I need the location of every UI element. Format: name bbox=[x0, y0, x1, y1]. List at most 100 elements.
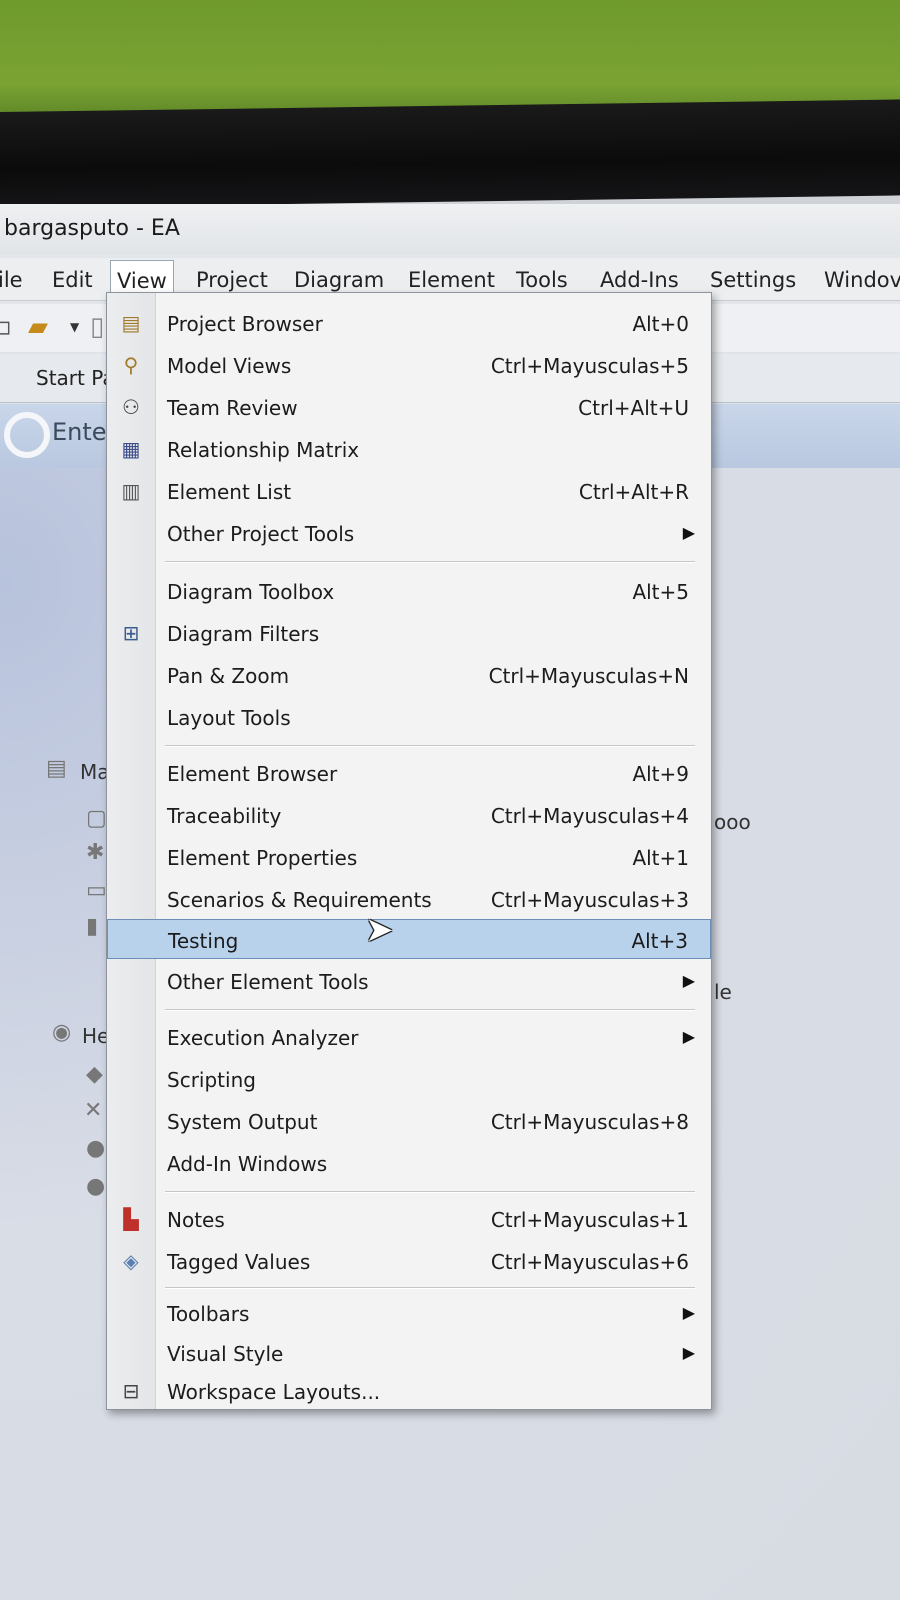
menu-item-shortcut: Alt+9 bbox=[632, 762, 689, 786]
menu-settings[interactable]: Settings bbox=[704, 266, 802, 294]
menu-separator bbox=[165, 561, 695, 563]
menu-item-scripting[interactable]: Scripting bbox=[107, 1059, 711, 1099]
menu-item-label: Execution Analyzer bbox=[167, 1026, 359, 1050]
submenu-arrow-icon: ▶ bbox=[682, 1027, 695, 1046]
menu-item-relationship-matrix[interactable]: ▦ Relationship Matrix bbox=[107, 429, 711, 469]
submenu-arrow-icon: ▶ bbox=[682, 971, 695, 990]
mouse-pointer-icon: ➤ bbox=[365, 910, 394, 950]
ea-logo-icon bbox=[4, 412, 50, 458]
menu-diagram[interactable]: Diagram bbox=[288, 266, 390, 294]
menu-item-traceability[interactable]: Traceability Ctrl+Mayusculas+4 bbox=[107, 795, 711, 835]
model-folder-icon: ▤ bbox=[46, 756, 67, 781]
menu-item-shortcut: Ctrl+Alt+R bbox=[578, 480, 689, 504]
menu-item-element-browser[interactable]: Element Browser Alt+9 bbox=[107, 753, 711, 793]
background-text-fragment: ooo bbox=[714, 810, 751, 834]
menu-item-shortcut: Ctrl+Mayusculas+6 bbox=[490, 1250, 689, 1274]
menu-item-label: Toolbars bbox=[167, 1302, 250, 1326]
menu-item-team-review[interactable]: ⚇ Team Review Ctrl+Alt+U bbox=[107, 387, 711, 427]
menu-item-label: Element Properties bbox=[167, 846, 358, 870]
menu-item-label: Traceability bbox=[167, 804, 282, 828]
menu-item-tagged-values[interactable]: ◈ Tagged Values Ctrl+Mayusculas+6 bbox=[107, 1241, 711, 1281]
menu-item-notes[interactable]: ▙ Notes Ctrl+Mayusculas+1 bbox=[107, 1199, 711, 1239]
tagged-values-icon: ◈ bbox=[123, 1249, 139, 1273]
menu-item-model-views[interactable]: ⚲ Model Views Ctrl+Mayusculas+5 bbox=[107, 345, 711, 385]
menu-item-label: Element Browser bbox=[167, 762, 338, 786]
menu-item-label: Scenarios & Requirements bbox=[167, 888, 432, 912]
menu-project[interactable]: Project bbox=[190, 266, 274, 294]
menu-item-label: Other Element Tools bbox=[167, 970, 369, 994]
open-file-icon[interactable]: ▢ bbox=[86, 806, 107, 831]
submenu-arrow-icon: ▶ bbox=[682, 1303, 695, 1322]
background-text-fragment: le bbox=[714, 980, 732, 1004]
menu-item-shortcut: Alt+3 bbox=[631, 929, 688, 953]
menu-item-shortcut: Ctrl+Mayusculas+4 bbox=[490, 804, 689, 828]
menu-item-label: Layout Tools bbox=[167, 706, 291, 730]
menu-item-pan-zoom[interactable]: Pan & Zoom Ctrl+Mayusculas+N bbox=[107, 655, 711, 695]
menu-view[interactable]: View bbox=[110, 260, 174, 296]
menu-item-label: Diagram Toolbox bbox=[167, 580, 335, 604]
menu-separator bbox=[165, 745, 695, 747]
menu-item-label: Relationship Matrix bbox=[167, 438, 360, 462]
submenu-arrow-icon: ▶ bbox=[682, 1343, 695, 1362]
menu-item-label: System Output bbox=[167, 1110, 318, 1134]
menu-item-label: Visual Style bbox=[167, 1342, 284, 1366]
team-review-icon: ⚇ bbox=[122, 395, 140, 419]
open-folder-icon[interactable]: ▰ bbox=[28, 312, 48, 342]
menu-item-label: Model Views bbox=[167, 354, 292, 378]
menu-add-ins[interactable]: Add-Ins bbox=[594, 266, 685, 294]
menu-item-other-element-tools[interactable]: Other Element Tools ▶ bbox=[107, 961, 711, 1001]
help-icon[interactable]: ◉ bbox=[52, 1020, 71, 1045]
menu-item-project-browser[interactable]: ▤ Project Browser Alt+0 bbox=[107, 303, 711, 343]
menu-item-toolbars[interactable]: Toolbars ▶ bbox=[107, 1293, 711, 1333]
menu-window[interactable]: Windov bbox=[818, 266, 900, 294]
save-icon[interactable]: ▯ bbox=[90, 312, 104, 342]
menu-item-label: Team Review bbox=[167, 396, 298, 420]
template-icon[interactable]: ▮ bbox=[86, 914, 98, 939]
chevron-down-icon[interactable]: ▼ bbox=[70, 320, 79, 334]
menu-item-shortcut: Alt+1 bbox=[632, 846, 689, 870]
menu-item-label: Diagram Filters bbox=[167, 622, 320, 646]
menu-item-shortcut: Ctrl+Mayusculas+1 bbox=[490, 1208, 689, 1232]
menu-element[interactable]: Element bbox=[402, 266, 501, 294]
menu-item-label: Workspace Layouts... bbox=[167, 1380, 381, 1404]
header-title: Ente bbox=[52, 418, 107, 446]
menu-item-shortcut: Ctrl+Mayusculas+8 bbox=[490, 1110, 689, 1134]
menu-tools[interactable]: Tools bbox=[510, 266, 574, 294]
menu-item-diagram-filters[interactable]: ⊞ Diagram Filters bbox=[107, 613, 711, 653]
menu-file[interactable]: ile bbox=[0, 266, 29, 294]
globe-icon[interactable]: ● bbox=[86, 1136, 105, 1161]
copy-icon[interactable]: ▭ bbox=[86, 878, 107, 903]
window-title: bargasputo - EA bbox=[4, 216, 180, 241]
tab-start-page[interactable]: Start Pa bbox=[36, 366, 115, 390]
menu-item-element-list[interactable]: ▥ Element List Ctrl+Alt+R bbox=[107, 471, 711, 511]
menu-item-shortcut: Ctrl+Alt+U bbox=[578, 396, 689, 420]
project-browser-icon: ▤ bbox=[121, 311, 141, 335]
tag-icon[interactable]: ◆ bbox=[86, 1062, 103, 1087]
menu-item-label: Project Browser bbox=[167, 312, 323, 336]
menu-item-element-properties[interactable]: Element Properties Alt+1 bbox=[107, 837, 711, 877]
tools-icon[interactable]: ✕ bbox=[84, 1098, 102, 1123]
globe-icon[interactable]: ● bbox=[86, 1174, 105, 1199]
menu-item-other-project-tools[interactable]: Other Project Tools ▶ bbox=[107, 513, 711, 553]
new-file-icon[interactable]: ✱ bbox=[86, 840, 104, 865]
menu-separator bbox=[165, 1191, 695, 1193]
menu-edit[interactable]: Edit bbox=[46, 266, 99, 294]
menu-item-shortcut: Ctrl+Mayusculas+5 bbox=[490, 354, 689, 378]
menu-item-visual-style[interactable]: Visual Style ▶ bbox=[107, 1333, 711, 1373]
menu-item-label: Testing bbox=[168, 929, 239, 953]
element-list-icon: ▥ bbox=[121, 479, 141, 503]
menu-item-execution-analyzer[interactable]: Execution Analyzer ▶ bbox=[107, 1017, 711, 1057]
menu-item-shortcut: Ctrl+Mayusculas+3 bbox=[490, 888, 689, 912]
menu-item-add-in-windows[interactable]: Add-In Windows bbox=[107, 1143, 711, 1183]
notes-icon: ▙ bbox=[123, 1207, 139, 1231]
menu-item-testing[interactable]: Testing Alt+3 bbox=[107, 919, 711, 959]
menu-item-diagram-toolbox[interactable]: Diagram Toolbox Alt+5 bbox=[107, 571, 711, 611]
menu-item-shortcut: Alt+0 bbox=[632, 312, 689, 336]
monitor-bezel bbox=[0, 99, 900, 208]
menu-item-system-output[interactable]: System Output Ctrl+Mayusculas+8 bbox=[107, 1101, 711, 1141]
menu-item-layout-tools[interactable]: Layout Tools bbox=[107, 697, 711, 737]
menu-item-workspace-layouts[interactable]: ⊟ Workspace Layouts... bbox=[107, 1371, 711, 1409]
diagram-filters-icon: ⊞ bbox=[122, 621, 140, 645]
toolbar-icon-partial[interactable]: ▫ bbox=[0, 312, 12, 342]
menu-item-scenarios-requirements[interactable]: Scenarios & Requirements Ctrl+Mayusculas… bbox=[107, 879, 711, 919]
